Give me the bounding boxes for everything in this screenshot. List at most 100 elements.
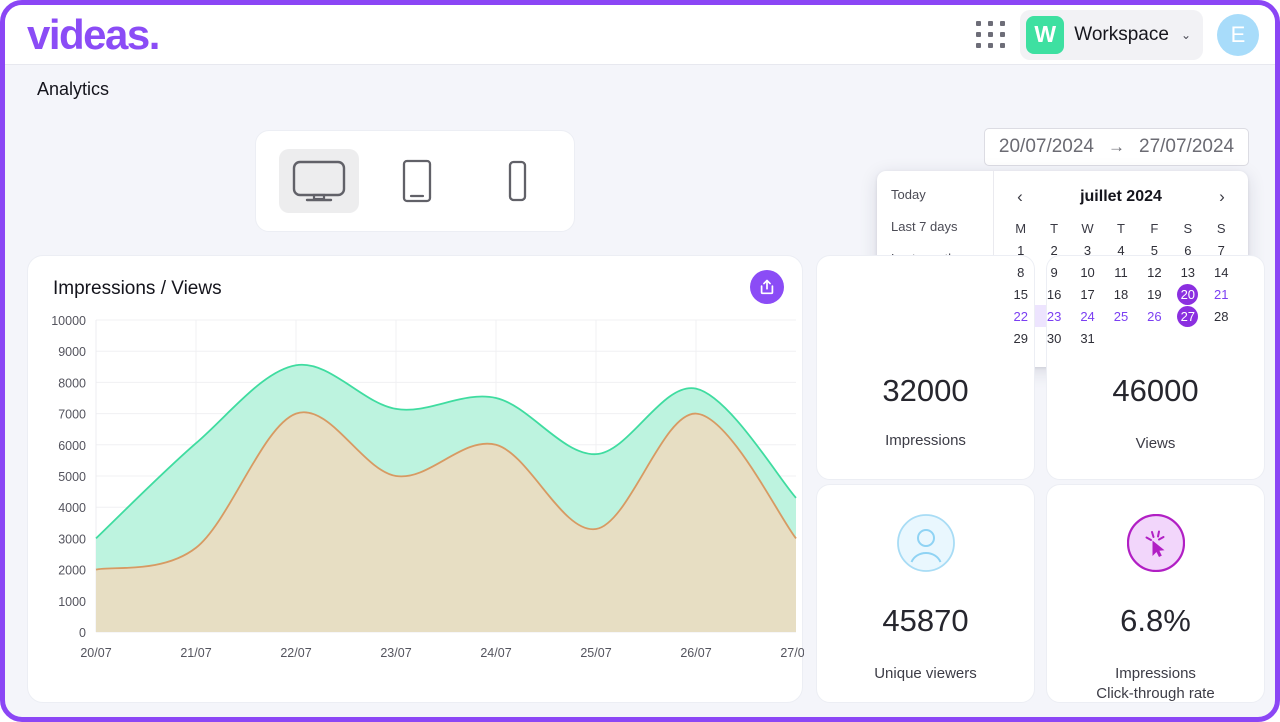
grid-apps-icon[interactable] (976, 21, 1006, 48)
calendar-weekday: F (1150, 220, 1159, 236)
calendar-day-label: 15 (1013, 286, 1028, 302)
stat-card-unique-viewers: 45870 Unique viewers (816, 484, 1035, 703)
calendar-day-label: 14 (1214, 264, 1229, 280)
calendar-day-label: 26 (1147, 308, 1162, 324)
calendar-day-label: 12 (1147, 264, 1162, 280)
chart-x-tick-label: 23/07 (380, 646, 411, 660)
stat-value: 32000 (882, 373, 969, 408)
stat-card-ctr: 6.8% Impressions Click-through rate (1046, 484, 1265, 703)
calendar-day-label: 5 (1150, 242, 1158, 258)
calendar-day-label: 2 (1050, 242, 1058, 258)
calendar-day-label: 8 (1017, 264, 1025, 280)
chart-x-tick-label: 26/07 (680, 646, 711, 660)
avatar[interactable]: E (1217, 13, 1259, 56)
calendar-day-label: 3 (1083, 242, 1092, 258)
chart-y-tick-label: 4000 (58, 501, 86, 515)
device-option-mobile[interactable] (477, 149, 557, 213)
calendar-day-label: 9 (1050, 264, 1058, 280)
workspace-name: Workspace (1074, 23, 1169, 45)
chevron-right-icon[interactable]: › (1212, 187, 1232, 207)
calendar-weekday: W (1081, 220, 1094, 236)
date-range-end: 27/07/2024 (1139, 136, 1235, 157)
date-preset-last-7-days[interactable]: Last 7 days (891, 219, 993, 234)
calendar-day-label: 18 (1113, 286, 1129, 302)
workspace-badge: W (1026, 15, 1065, 54)
stat-label: Impressions (885, 432, 966, 449)
chart-x-tick-label: 20/07 (80, 646, 111, 660)
chevron-down-icon: ⌄ (1180, 27, 1191, 42)
chart-y-tick-label: 7000 (58, 408, 86, 422)
app-window: videas. W Workspace ⌄ E Analytics 20/07/… (0, 0, 1280, 722)
chart-y-tick-label: 8000 (58, 376, 86, 390)
desktop-monitor-icon (292, 160, 346, 202)
stat-value: 6.8% (1120, 603, 1191, 638)
chart-y-tick-label: 6000 (58, 439, 86, 453)
chart-y-tick-label: 9000 (58, 345, 86, 359)
calendar-weekday: T (1050, 220, 1059, 236)
chart-y-tick-label: 0 (79, 626, 86, 640)
calendar-weekday: S (1183, 220, 1193, 236)
workspace-switcher[interactable]: W Workspace ⌄ (1020, 9, 1203, 60)
calendar-weekday-row: M T W T F S S (1004, 217, 1238, 239)
calendar-day-label: 19 (1147, 286, 1162, 302)
user-avatar-icon (896, 514, 955, 577)
device-option-desktop[interactable] (279, 149, 359, 213)
calendar-day-label: 6 (1184, 242, 1192, 258)
calendar-day-label: 1 (1017, 242, 1025, 258)
chart-y-tick-label: 2000 (58, 564, 86, 578)
calendar-day-label: 29 (1013, 330, 1028, 346)
stat-value: 46000 (1112, 373, 1199, 408)
chevron-left-icon[interactable]: ‹ (1010, 187, 1030, 207)
calendar-day-label: 30 (1046, 330, 1062, 346)
calendar-day-label: 4 (1117, 242, 1125, 258)
chart-card: Impressions / Views 0 1000 2000 3000 4000 500… (27, 255, 804, 703)
calendar-day-label: 23 (1046, 308, 1062, 324)
calendar-day-label: 20 (1177, 283, 1199, 305)
calendar-day-label: 22 (1013, 308, 1028, 324)
calendar-day-label: 25 (1113, 308, 1129, 324)
calendar-day-label: 21 (1214, 286, 1229, 302)
chart-x-tick-label: 22/07 (280, 646, 311, 660)
calendar-day-label: 16 (1046, 286, 1062, 302)
chart-y-tick-label: 1000 (58, 595, 86, 609)
chart-title: Impressions / Views (53, 278, 222, 299)
date-preset-today[interactable]: Today (891, 187, 993, 202)
cursor-click-icon (1126, 513, 1185, 577)
stat-label: Impressions Click-through rate (1096, 664, 1214, 703)
chart-y-tick-label: 10000 (51, 314, 86, 328)
chart-x-axis-labels: 20/07 21/07 22/07 23/07 24/07 25/07 26/07 27/07 (80, 646, 804, 660)
chart-x-tick-label: 27/07 (780, 646, 804, 660)
tablet-icon (402, 159, 432, 203)
device-selector (255, 130, 575, 232)
stat-value: 45870 (882, 603, 969, 638)
calendar-day-label: 13 (1180, 264, 1196, 280)
stat-label-line-1: Impressions (1115, 665, 1196, 682)
calendar-weekday: M (1015, 220, 1027, 236)
calendar-weekday: T (1117, 220, 1125, 236)
calendar-day-label: 11 (1114, 264, 1128, 280)
calendar-weekday: S (1216, 220, 1226, 236)
top-bar: videas. W Workspace ⌄ E (5, 5, 1275, 65)
stat-label-line-2: Click-through rate (1096, 684, 1215, 702)
calendar-day-label: 7 (1217, 242, 1225, 258)
calendar-day-label: 27 (1177, 305, 1199, 327)
chart-y-tick-label: 3000 (58, 532, 86, 546)
impressions-views-area-chart: 0 1000 2000 3000 4000 5000 6000 7000 8000 9000 100… (51, 314, 804, 660)
share-export-icon[interactable] (750, 270, 784, 304)
brand-logo[interactable]: videas. (27, 13, 160, 56)
calendar-month-label: juillet 2024 (1080, 188, 1162, 205)
date-range-input[interactable]: 20/07/2024 → 27/07/2024 (984, 128, 1249, 166)
calendar-header: ‹ juillet 2024 › (1004, 183, 1238, 211)
date-range-arrow-icon: → (1108, 137, 1125, 156)
stat-card-impressions: 32000 Impressions (816, 255, 1035, 480)
chart-y-tick-label: 5000 (58, 470, 86, 484)
calendar-day-label: 31 (1080, 330, 1095, 346)
mobile-phone-icon (508, 160, 527, 202)
chart-y-axis-labels: 0 1000 2000 3000 4000 5000 6000 7000 8000 9000 100… (51, 314, 86, 640)
calendar-day-label: 17 (1080, 286, 1095, 302)
calendar-day-label: 10 (1080, 264, 1095, 280)
chart-x-tick-label: 24/07 (480, 646, 511, 660)
chart-x-tick-label: 25/07 (580, 646, 611, 660)
device-option-tablet[interactable] (377, 149, 457, 213)
date-range-start: 20/07/2024 (998, 136, 1094, 157)
